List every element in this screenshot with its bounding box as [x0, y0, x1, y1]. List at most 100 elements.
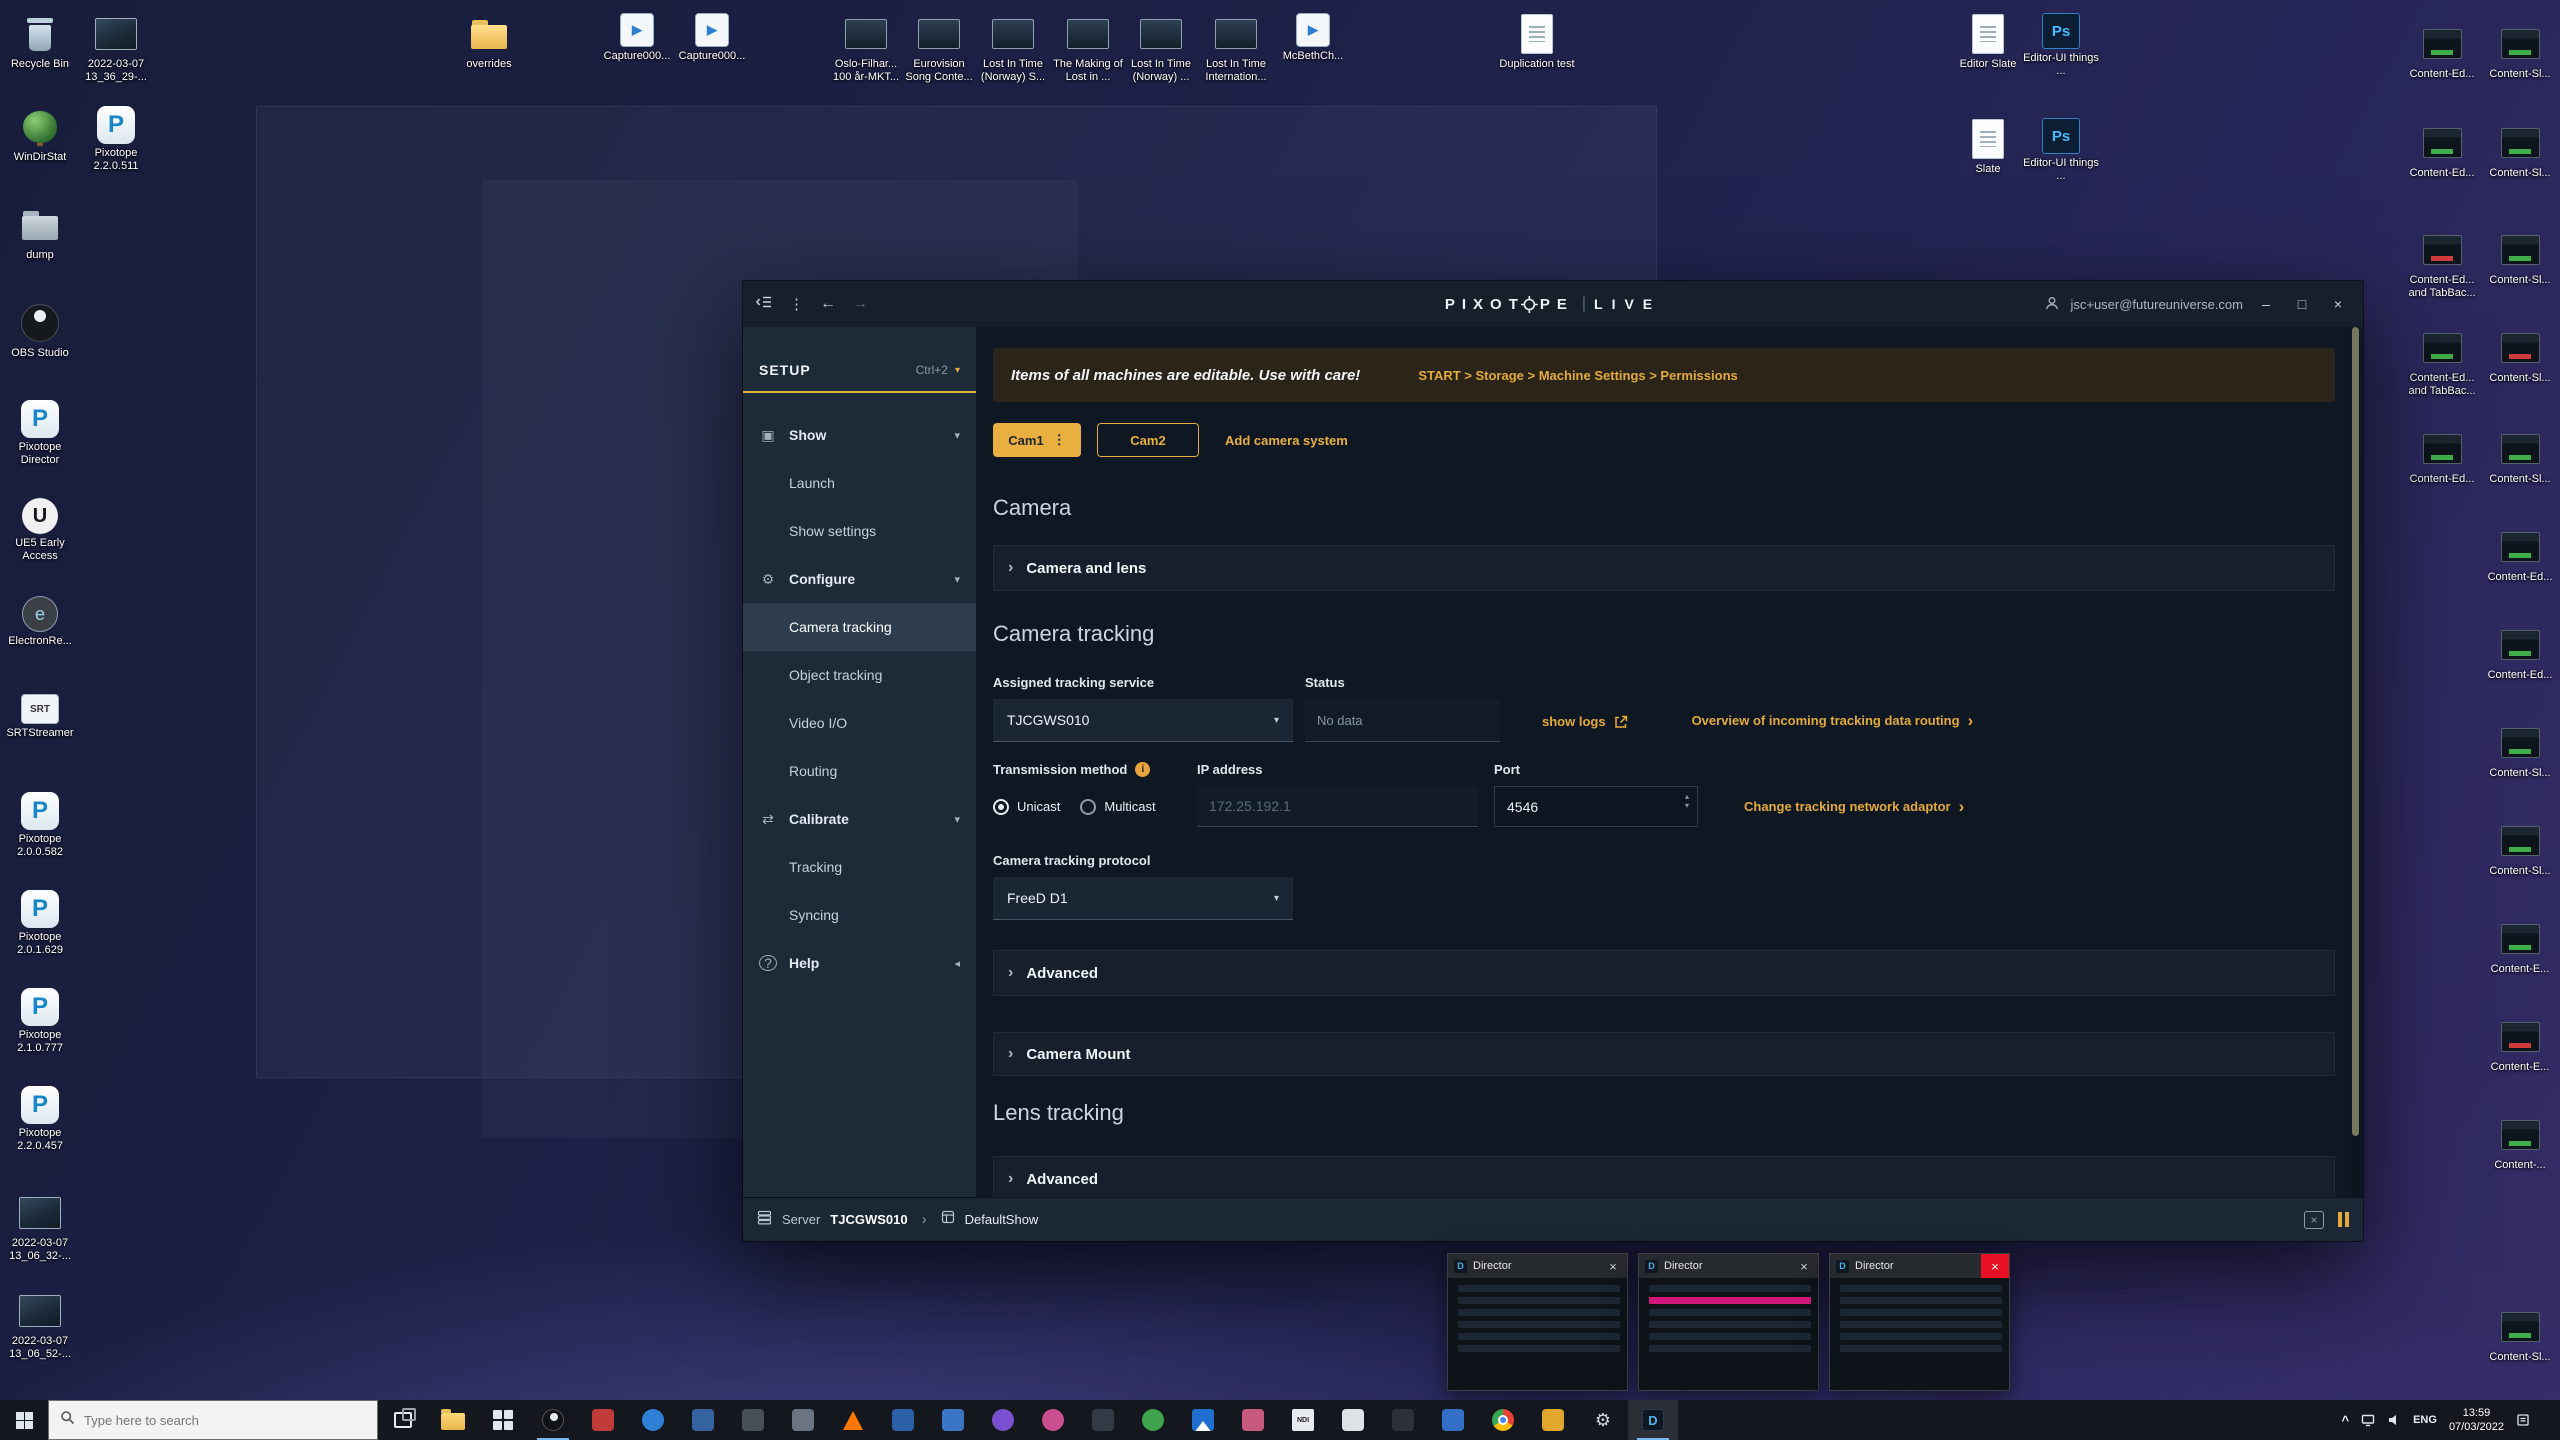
- sidebar-item-tracking[interactable]: Tracking: [743, 843, 976, 891]
- info-icon[interactable]: i: [1135, 762, 1150, 777]
- lens-advanced-expander[interactable]: › Advanced: [993, 1156, 2335, 1197]
- gray-app-taskbar-button[interactable]: [778, 1400, 828, 1440]
- breadcrumb[interactable]: START > Storage > Machine Settings > Per…: [1418, 368, 1737, 383]
- desktop-icon-duplication-test[interactable]: Duplication test: [1499, 13, 1575, 71]
- desktop-icon-pixotope-2-0-0-582[interactable]: PPixotope 2.0.0.582: [2, 792, 78, 859]
- tab-cam2[interactable]: Cam2: [1097, 423, 1199, 457]
- building-app-taskbar-button[interactable]: [728, 1400, 778, 1440]
- desktop-icon-oslo-filhar-100-r-mkt[interactable]: Oslo-Filhar... 100 år-MKT...: [828, 13, 904, 84]
- desktop-icon-content-sl[interactable]: Content-Sl...: [2482, 23, 2558, 81]
- desktop-icon-the-making-of-lost-in[interactable]: The Making of Lost in ...: [1050, 13, 1126, 84]
- multicast-radio[interactable]: Multicast: [1080, 799, 1155, 815]
- desktop-icon-capture000[interactable]: ▶Capture000...: [599, 13, 675, 63]
- desktop-icon-2022-03-07-13-06-32[interactable]: 2022-03-07 13_06_32-...: [2, 1192, 78, 1263]
- desktop-icon-dump[interactable]: dump: [2, 204, 78, 262]
- server-name[interactable]: TJCGWS010: [830, 1212, 907, 1227]
- show-logs-link[interactable]: show logs: [1542, 714, 1628, 729]
- desktop-icon-slate[interactable]: Slate: [1950, 118, 2026, 176]
- desktop-icon-2022-03-07-13-36-29[interactable]: 2022-03-07 13_36_29-...: [78, 13, 154, 84]
- app-grid-taskbar-button[interactable]: [478, 1400, 528, 1440]
- camera-mount-expander[interactable]: › Camera Mount: [993, 1032, 2335, 1076]
- desktop-icon-content-ed-and-tabbac[interactable]: Content-Ed... and TabBac...: [2404, 327, 2480, 398]
- desktop-icon-pixotope-2-1-0-777[interactable]: PPixotope 2.1.0.777: [2, 988, 78, 1055]
- language-indicator[interactable]: ENG: [2413, 1414, 2437, 1426]
- file-explorer-taskbar-button[interactable]: [428, 1400, 478, 1440]
- desktop-icon-content-ed[interactable]: Content-Ed...: [2404, 23, 2480, 81]
- desktop-icon-content-sl[interactable]: Content-Sl...: [2482, 428, 2558, 486]
- taskbar-clock[interactable]: 13:59 07/03/2022: [2449, 1406, 2504, 1435]
- keyboard-app-taskbar-button[interactable]: [1378, 1400, 1428, 1440]
- magenta-app-taskbar-button[interactable]: [1028, 1400, 1078, 1440]
- desktop-icon-content-sl[interactable]: Content-Sl...: [2482, 122, 2558, 180]
- green-app-taskbar-button[interactable]: [1128, 1400, 1178, 1440]
- desktop-icon-content-sl[interactable]: Content-Sl...: [2482, 229, 2558, 287]
- change-network-adaptor-link[interactable]: Change tracking network adaptor ›: [1744, 798, 1964, 815]
- volume-tray-icon[interactable]: [2387, 1413, 2401, 1427]
- desktop-icon-pixotope-2-2-0-457[interactable]: PPixotope 2.2.0.457: [2, 1086, 78, 1153]
- purple-app-taskbar-button[interactable]: [978, 1400, 1028, 1440]
- director-preview-window[interactable]: DDirector×: [1829, 1253, 2010, 1391]
- recorder-app-taskbar-button[interactable]: [578, 1400, 628, 1440]
- pause-icon[interactable]: [2338, 1212, 2349, 1227]
- dark-app-taskbar-button[interactable]: [1078, 1400, 1128, 1440]
- camera-and-lens-expander[interactable]: › Camera and lens: [993, 545, 2335, 591]
- content-scrollbar[interactable]: [2351, 327, 2360, 1197]
- desktop-icon-content-ed[interactable]: Content-Ed...: [2404, 122, 2480, 180]
- desktop-icon-content-sl[interactable]: Content-Sl...: [2482, 820, 2558, 878]
- blue-circle-app-taskbar-button[interactable]: [628, 1400, 678, 1440]
- assigned-tracking-service-select[interactable]: TJCGWS010 ▾: [993, 699, 1293, 742]
- display-tray-icon[interactable]: [2361, 1413, 2375, 1427]
- start-button[interactable]: [0, 1400, 48, 1440]
- preview-close-button[interactable]: ×: [1790, 1254, 1818, 1278]
- chrome-taskbar-button[interactable]: [1478, 1400, 1528, 1440]
- iis-app-taskbar-button[interactable]: [1428, 1400, 1478, 1440]
- desktop-icon-content-sl[interactable]: Content-Sl...: [2482, 722, 2558, 780]
- forward-arrow-icon[interactable]: →: [852, 295, 868, 313]
- search-input[interactable]: [84, 1413, 366, 1428]
- current-show-name[interactable]: DefaultShow: [965, 1212, 1039, 1227]
- desktop-icon-capture000[interactable]: ▶Capture000...: [674, 13, 750, 63]
- yellow-app-taskbar-button[interactable]: [1528, 1400, 1578, 1440]
- desktop-icon-content-ed-and-tabbac[interactable]: Content-Ed... and TabBac...: [2404, 229, 2480, 300]
- pixotope-director-taskbar-button[interactable]: D: [1628, 1400, 1678, 1440]
- advanced-expander[interactable]: › Advanced: [993, 950, 2335, 996]
- action-center-icon[interactable]: [2516, 1413, 2530, 1427]
- desktop-icon-content-e[interactable]: Content-E...: [2482, 1016, 2558, 1074]
- desktop-icon-editor-ui-things[interactable]: PsEditor-UI things ...: [2023, 13, 2099, 78]
- clear-output-icon[interactable]: ×: [2304, 1211, 2324, 1229]
- desktop-icon-eurovision-song-conte[interactable]: Eurovision Song Conte...: [901, 13, 977, 84]
- scrollbar-thumb[interactable]: [2352, 327, 2359, 1136]
- photos-app-taskbar-button[interactable]: [1178, 1400, 1228, 1440]
- desktop-icon-pixotope-director[interactable]: PPixotope Director: [2, 400, 78, 467]
- director-preview-window[interactable]: DDirector×: [1447, 1253, 1628, 1391]
- desktop-icon-electronre[interactable]: eElectronRe...: [2, 596, 78, 648]
- tab-cam1[interactable]: Cam1 ⋮: [993, 423, 1081, 457]
- desktop-icon-pixotope-2-0-1-629[interactable]: PPixotope 2.0.1.629: [2, 890, 78, 957]
- sidebar-item-video-i-o[interactable]: Video I/O: [743, 699, 976, 747]
- desktop-icon-content-e[interactable]: Content-E...: [2482, 918, 2558, 976]
- sidebar-item-show-settings[interactable]: Show settings: [743, 507, 976, 555]
- port-stepper[interactable]: ▴▾: [1685, 793, 1689, 810]
- blue-app-2-taskbar-button[interactable]: [928, 1400, 978, 1440]
- doc-app-taskbar-button[interactable]: [1328, 1400, 1378, 1440]
- desktop-icon-recycle-bin[interactable]: Recycle Bin: [2, 13, 78, 71]
- sidebar-item-syncing[interactable]: Syncing: [743, 891, 976, 939]
- desktop-icon-srtstreamer[interactable]: SRTSRTStreamer: [2, 694, 78, 740]
- preview-close-button[interactable]: ×: [1981, 1254, 2009, 1278]
- camera-tracking-protocol-select[interactable]: FreeD D1 ▾: [993, 877, 1293, 920]
- task-view-taskbar-button[interactable]: [378, 1400, 428, 1440]
- cam1-menu-icon[interactable]: ⋮: [1053, 432, 1066, 448]
- back-arrow-icon[interactable]: ←: [820, 295, 836, 313]
- vlc-taskbar-button[interactable]: [828, 1400, 878, 1440]
- desktop-icon-content[interactable]: Content-...: [2482, 1114, 2558, 1172]
- sidebar-item-launch[interactable]: Launch: [743, 459, 976, 507]
- window-menu-icon[interactable]: ⋮: [789, 295, 804, 313]
- ndi-app-taskbar-button[interactable]: NDI: [1278, 1400, 1328, 1440]
- sidebar-section-help[interactable]: ?Help◂: [743, 939, 976, 987]
- sidebar-item-object-tracking[interactable]: Object tracking: [743, 651, 976, 699]
- maximize-button[interactable]: □: [2289, 291, 2315, 317]
- shield-app-taskbar-button[interactable]: [678, 1400, 728, 1440]
- desktop-icon-pixotope-2-2-0-511[interactable]: PPixotope 2.2.0.511: [78, 106, 154, 173]
- desktop-icon-ue5-early-access[interactable]: UUE5 Early Access: [2, 498, 78, 563]
- desktop-icon-editor-slate[interactable]: Editor Slate: [1950, 13, 2026, 71]
